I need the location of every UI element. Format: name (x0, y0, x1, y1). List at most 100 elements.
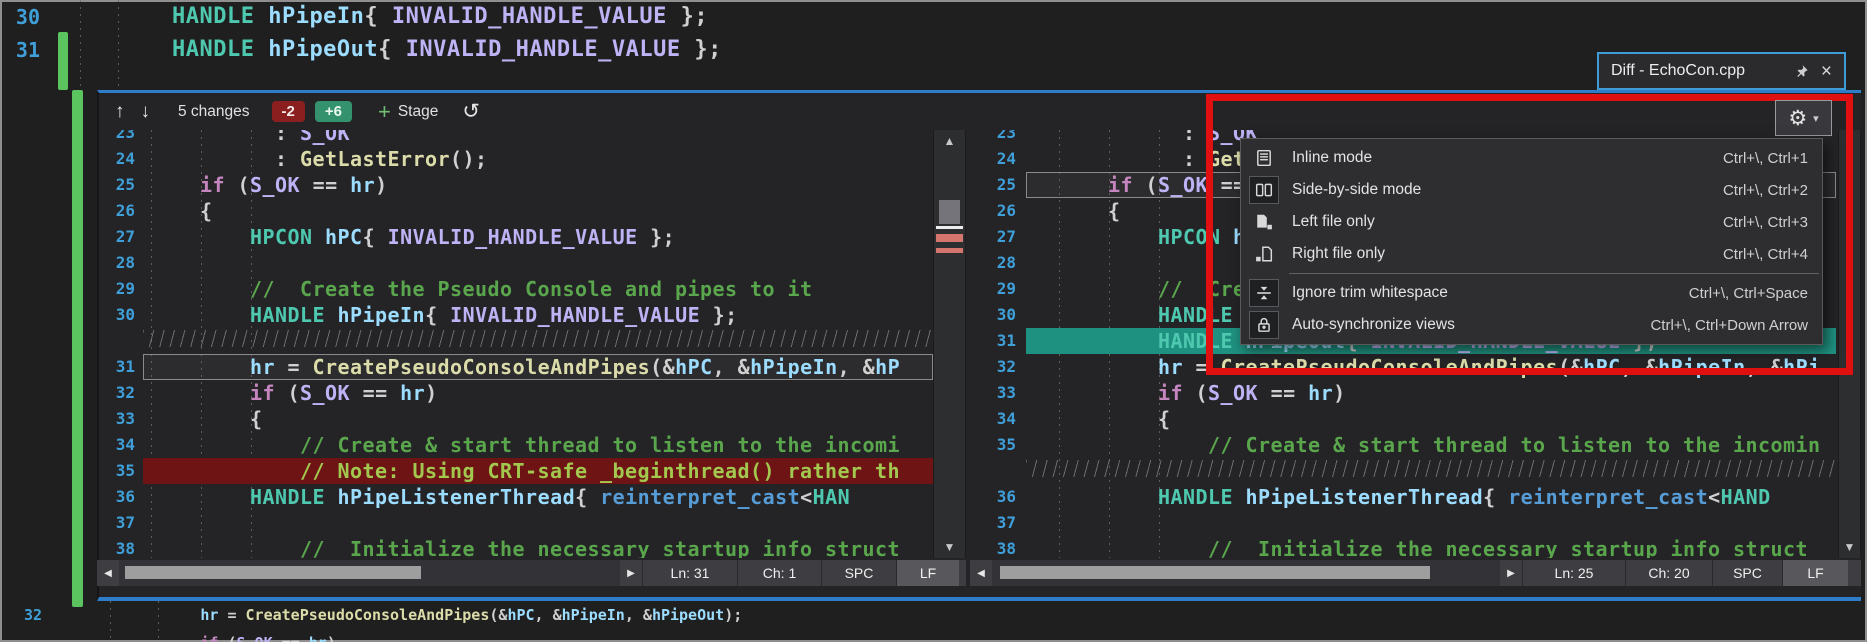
code-line: HANDLE hPipeOut{ INVALID_HANDLE_VALUE }; (40, 37, 722, 62)
line-number: 32 (970, 354, 1026, 380)
line-number: 35 (97, 458, 143, 484)
left-pane-statusbar: ◀ ▶ Ln: 31 Ch: 1 SPC LF (97, 560, 966, 586)
line-number: 28 (970, 250, 1026, 276)
code-row: 25 if (S_OK == hr) (97, 172, 933, 198)
scrollbar-thumb[interactable] (1000, 566, 1430, 579)
side-by-side-mode-icon (1250, 177, 1278, 203)
gear-icon: ⚙ (1788, 108, 1807, 129)
next-change-button[interactable]: ↓ (141, 101, 151, 123)
pin-icon[interactable] (1794, 64, 1809, 79)
close-icon[interactable]: × (1821, 62, 1832, 81)
code-line: hr = CreatePseudoConsoleAndPipes(&hPC, &… (48, 606, 742, 624)
stage-label: Stage (398, 103, 439, 121)
menu-item-inline-mode[interactable]: Inline modeCtrl+\, Ctrl+1 (1241, 142, 1822, 174)
eol-indicator[interactable]: LF (1782, 560, 1848, 586)
code-line: HANDLE hPipeIn{ INVALID_HANDLE_VALUE }; (40, 4, 708, 29)
menu-item-shortcut: Ctrl+\, Ctrl+4 (1723, 246, 1808, 263)
code-row: 34 { (970, 406, 1836, 432)
menu-item-auto-synchronize-views[interactable]: Auto-synchronize viewsCtrl+\, Ctrl+Down … (1241, 309, 1822, 341)
whitespace-indicator[interactable]: SPC (1712, 560, 1782, 586)
menu-item-label: Left file only (1292, 213, 1723, 231)
change-bar-added (58, 32, 68, 90)
code-line: hr = CreatePseudoConsoleAndPipes(&hPC, &… (1026, 354, 1836, 380)
line-number: 23 (97, 130, 143, 146)
diff-settings-menu: Inline modeCtrl+\, Ctrl+1Side-by-side mo… (1240, 138, 1823, 345)
line-number: 31 (970, 328, 1026, 354)
line-number: 27 (970, 224, 1026, 250)
horizontal-scrollbar[interactable] (119, 560, 620, 586)
menu-item-side-by-side-mode[interactable]: Side-by-side modeCtrl+\, Ctrl+2 (1241, 174, 1822, 206)
menu-separator (1289, 273, 1819, 274)
code-line: HANDLE hPipeListenerThread{ reinterpret_… (143, 484, 933, 510)
menu-item-left-file-only[interactable]: Left file onlyCtrl+\, Ctrl+3 (1241, 206, 1822, 238)
line-number: 33 (97, 406, 143, 432)
chevron-down-icon: ▾ (1813, 112, 1819, 125)
line-number: 24 (97, 146, 143, 172)
code-line: HANDLE hPipeListenerThread{ reinterpret_… (1026, 484, 1836, 510)
undo-icon[interactable]: ↺ (462, 99, 480, 124)
scroll-down-icon[interactable]: ▼ (934, 540, 965, 554)
line-number: 31 (97, 354, 143, 380)
line-number (97, 328, 143, 354)
line-number: 25 (97, 172, 143, 198)
scrollbar-thumb[interactable] (125, 566, 421, 579)
menu-item-ignore-trim-whitespace[interactable]: Ignore trim whitespaceCtrl+\, Ctrl+Space (1241, 277, 1822, 309)
menu-item-shortcut: Ctrl+\, Ctrl+2 (1723, 182, 1808, 199)
diff-settings-button[interactable]: ⚙ ▾ (1775, 100, 1832, 136)
scroll-right-icon[interactable]: ▶ (1500, 568, 1522, 579)
outer-editor-top[interactable]: 30 HANDLE hPipeIn{ INVALID_HANDLE_VALUE … (0, 0, 1867, 90)
code-line: // Initialize the necessary startup info… (143, 536, 933, 558)
scroll-left-icon[interactable]: ◀ (970, 568, 992, 579)
code-row: 36 HANDLE hPipeListenerThread{ reinterpr… (970, 484, 1836, 510)
code-line-current: hr = CreatePseudoConsoleAndPipes(&hPC, &… (143, 354, 933, 380)
menu-item-label: Right file only (1292, 245, 1723, 263)
diff-toolbar: ↑ ↓ 5 changes -2 +6 + Stage ↺ (99, 93, 1799, 130)
previous-change-button[interactable]: ↑ (115, 101, 125, 123)
additions-badge: +6 (315, 101, 352, 122)
stage-button[interactable]: + Stage (378, 101, 438, 123)
line-number: 26 (970, 198, 1026, 224)
code-row: 35 // Create & start thread to listen to… (970, 432, 1836, 458)
code-row: 34 // Create & start thread to listen to… (97, 432, 933, 458)
outer-editor-bottom[interactable]: 32 hr = CreatePseudoConsoleAndPipes(&hPC… (0, 601, 1867, 642)
code-row: 32 if (S_OK == hr) (97, 380, 933, 406)
line-number: 30 (97, 302, 143, 328)
code-line: : GetLastError(); (143, 146, 933, 172)
diff-gap-row (970, 458, 1836, 484)
code-line (1026, 458, 1836, 484)
right-pane-statusbar: ◀ ▶ Ln: 25 Ch: 20 SPC LF (970, 560, 1861, 586)
line-indicator: Ln: 25 (1522, 560, 1625, 586)
code-row: 36 HANDLE hPipeListenerThread{ reinterpr… (97, 484, 933, 510)
left-file-only-icon (1250, 209, 1278, 235)
scroll-up-icon[interactable]: ▲ (934, 134, 965, 148)
menu-item-label: Inline mode (1292, 149, 1723, 167)
column-indicator: Ch: 1 (737, 560, 821, 586)
whitespace-indicator[interactable]: SPC (821, 560, 896, 586)
code-line: HANDLE hPipeIn{ INVALID_HANDLE_VALUE }; (143, 302, 933, 328)
line-number: 29 (970, 276, 1026, 302)
menu-item-label: Ignore trim whitespace (1292, 284, 1689, 302)
scrollbar-thumb[interactable] (939, 200, 960, 224)
line-number: 23 (970, 130, 1026, 146)
code-line: if (S_OK == hr) (48, 634, 336, 642)
change-bar-added (72, 90, 83, 607)
scroll-left-icon[interactable]: ◀ (97, 568, 119, 579)
line-number: 24 (970, 146, 1026, 172)
code-row: 24 : GetLastError(); (97, 146, 933, 172)
eol-indicator[interactable]: LF (896, 560, 959, 586)
changes-count-label: 5 changes (178, 103, 250, 121)
tab-diff-echocon[interactable]: Diff - EchoCon.cpp × (1597, 52, 1846, 90)
scroll-down-icon[interactable]: ▼ (1839, 540, 1860, 554)
right-vertical-scrollbar[interactable]: ▼ (1838, 130, 1861, 558)
horizontal-scrollbar[interactable] (992, 560, 1500, 586)
code-row: 33 { (97, 406, 933, 432)
line-number: 27 (97, 224, 143, 250)
scroll-right-icon[interactable]: ▶ (620, 568, 642, 579)
menu-item-label: Side-by-side mode (1292, 181, 1723, 199)
code-row: 29 // Create the Pseudo Console and pipe… (97, 276, 933, 302)
menu-item-right-file-only[interactable]: Right file onlyCtrl+\, Ctrl+4 (1241, 238, 1822, 270)
left-vertical-scrollbar[interactable]: ▲ ▼ (933, 130, 966, 558)
right-file-only-icon (1250, 241, 1278, 267)
left-diff-pane[interactable]: 23 : S_OK24 : GetLastError();25 if (S_OK… (97, 130, 933, 558)
code-row: 31 hr = CreatePseudoConsoleAndPipes(&hPC… (97, 354, 933, 380)
